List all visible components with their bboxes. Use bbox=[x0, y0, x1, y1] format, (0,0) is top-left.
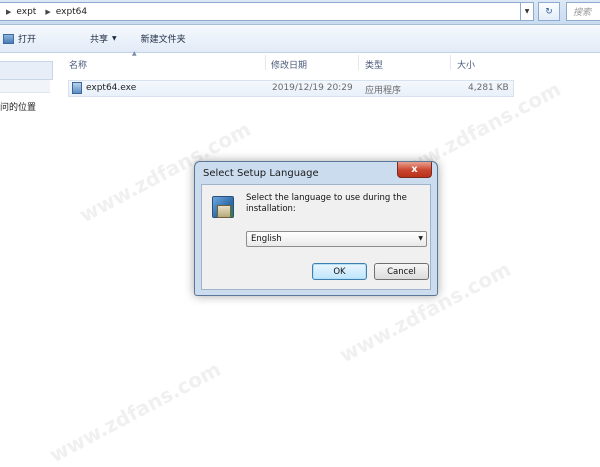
chevron-down-icon: ▼ bbox=[112, 35, 117, 42]
breadcrumb-item[interactable]: expt64 bbox=[56, 7, 90, 17]
setup-language-dialog: Select Setup Language x Select the langu… bbox=[194, 161, 438, 296]
cancel-button[interactable]: Cancel bbox=[374, 263, 429, 280]
file-size: 4,281 KB bbox=[468, 83, 509, 93]
dialog-body: Select the language to use during the in… bbox=[201, 184, 431, 290]
column-header-name[interactable]: 名称 bbox=[69, 58, 87, 71]
column-header-modified[interactable]: 修改日期 bbox=[271, 58, 307, 71]
nav-item[interactable] bbox=[0, 61, 53, 80]
open-label: 打开 bbox=[18, 35, 37, 45]
breadcrumb[interactable]: ▶ expt ▶ expt64 bbox=[0, 2, 528, 21]
exe-file-icon bbox=[72, 82, 82, 94]
column-divider[interactable] bbox=[358, 55, 359, 70]
sort-up-icon: ▲ bbox=[132, 50, 137, 57]
dialog-title: Select Setup Language bbox=[203, 168, 319, 179]
search-placeholder: 搜索 bbox=[573, 8, 592, 18]
share-label: 共享 bbox=[90, 35, 109, 45]
new-folder-button[interactable]: 新建文件夹 bbox=[141, 32, 186, 45]
new-folder-label: 新建文件夹 bbox=[140, 35, 186, 45]
chevron-right-icon[interactable]: ▶ bbox=[0, 8, 16, 16]
column-divider[interactable] bbox=[450, 55, 451, 70]
column-divider[interactable] bbox=[265, 55, 266, 70]
file-modified: 2019/12/19 20:29 bbox=[272, 83, 353, 93]
nav-item[interactable] bbox=[0, 80, 50, 93]
chevron-down-icon[interactable]: ▼ bbox=[418, 235, 423, 242]
refresh-button[interactable]: ↻ bbox=[538, 2, 560, 21]
chevron-down-icon[interactable]: ▼ bbox=[520, 2, 534, 21]
share-button[interactable]: 共享 ▼ bbox=[90, 32, 117, 45]
open-icon bbox=[3, 33, 14, 44]
address-bar: ▶ expt ▶ expt64 ▼ ↻ 搜索 bbox=[0, 0, 600, 25]
language-selected-value: English bbox=[251, 234, 282, 244]
open-button[interactable]: 打开 bbox=[3, 32, 36, 45]
file-name[interactable]: expt64.exe bbox=[86, 83, 136, 93]
file-type: 应用程序 bbox=[365, 86, 402, 96]
chevron-right-icon[interactable]: ▶ bbox=[39, 8, 55, 16]
breadcrumb-item[interactable]: expt bbox=[16, 7, 39, 17]
column-header-type[interactable]: 类型 bbox=[365, 58, 383, 71]
ok-button[interactable]: OK bbox=[312, 263, 367, 280]
column-header-size[interactable]: 大小 bbox=[457, 58, 475, 71]
refresh-icon: ↻ bbox=[545, 6, 553, 17]
close-icon: x bbox=[411, 164, 418, 175]
command-bar: 打开 共享 ▼ 新建文件夹 bbox=[0, 25, 600, 53]
nav-item-recent-places[interactable]: 问的位置 bbox=[0, 100, 36, 113]
dialog-message: Select the language to use during the in… bbox=[246, 193, 407, 214]
watermark: www.zdfans.com bbox=[45, 356, 225, 467]
navigation-pane: 问的位置 bbox=[0, 53, 56, 448]
language-select[interactable]: English ▼ bbox=[246, 231, 427, 247]
close-button[interactable]: x bbox=[397, 162, 432, 178]
installer-box-icon bbox=[217, 205, 231, 218]
search-input[interactable]: 搜索 bbox=[566, 2, 600, 21]
